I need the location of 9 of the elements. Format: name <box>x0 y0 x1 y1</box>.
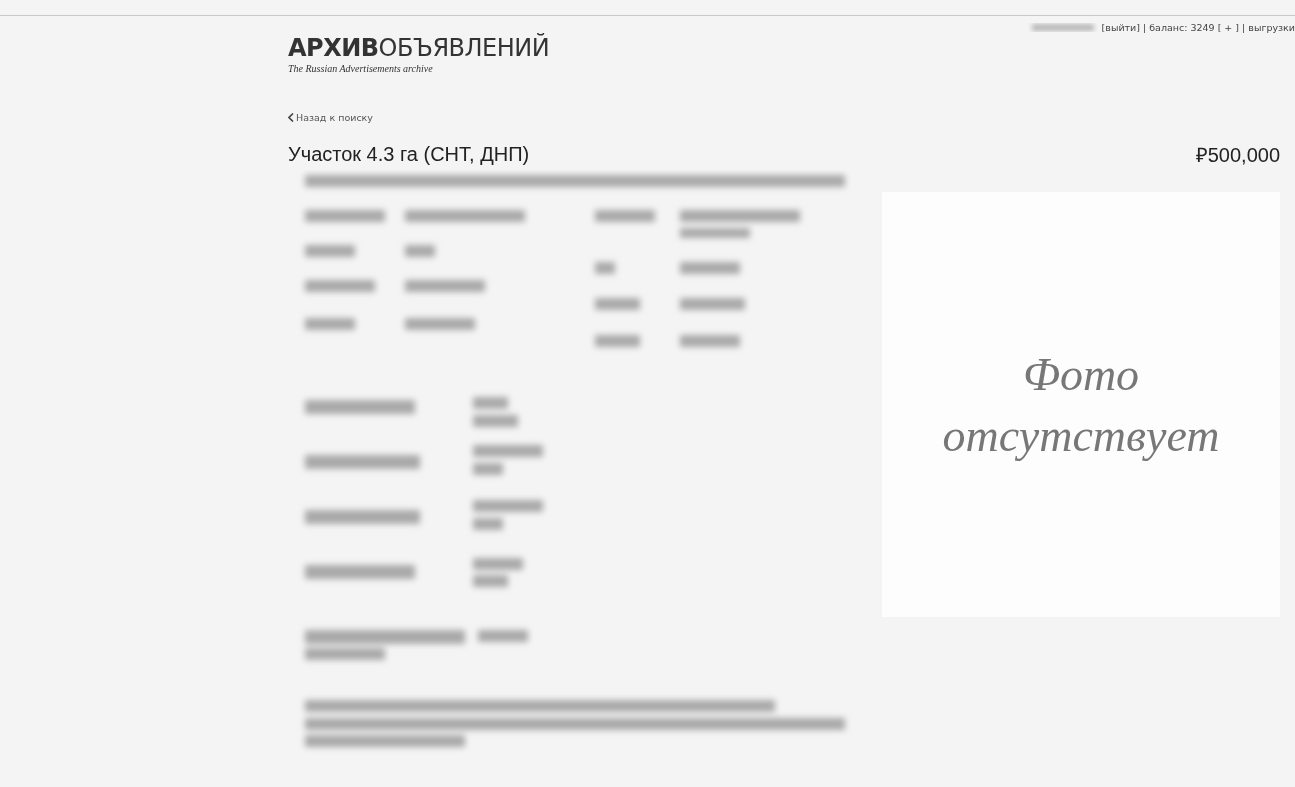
account-links[interactable]: [выйти] | баланс: 3249 [ + ] | выгрузки <box>1101 21 1295 33</box>
listing-price: ₽500,000 <box>1195 143 1280 168</box>
back-to-search-link[interactable]: Назад к поиску <box>288 112 1295 123</box>
no-photo-text: отсутствует <box>942 408 1220 462</box>
site-tagline: The Russian Advertisements archive <box>288 63 434 74</box>
chevron-left-icon <box>288 113 294 122</box>
listing-title: Участок 4.3 га (СНТ, ДНП) <box>288 143 530 166</box>
site-logo[interactable]: АРХИВОБЪЯВЛЕНИЙ <box>288 34 550 62</box>
no-photo-text: Фото <box>1022 347 1140 401</box>
